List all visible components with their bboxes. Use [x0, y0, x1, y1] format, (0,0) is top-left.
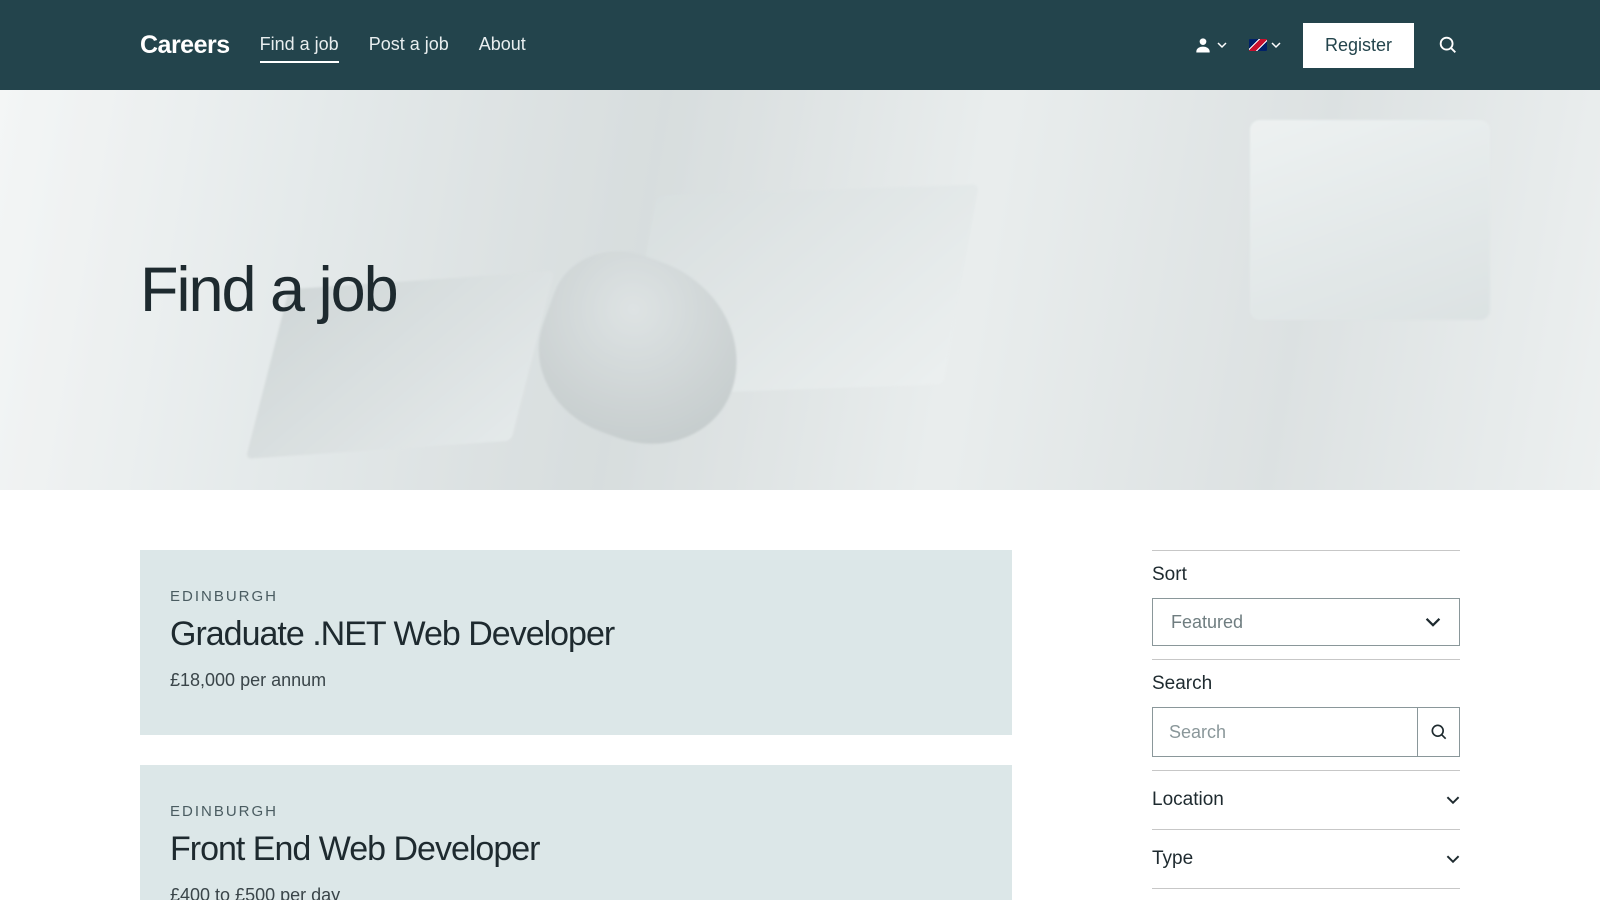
chevron-down-icon [1271, 40, 1281, 50]
nav-about[interactable]: About [479, 28, 526, 63]
location-accordion[interactable]: Location [1152, 784, 1460, 816]
page-title: Find a job [140, 254, 397, 326]
nav-post-job[interactable]: Post a job [369, 28, 449, 63]
sort-label: Sort [1152, 564, 1460, 586]
accordion-title: Location [1152, 789, 1224, 811]
language-selector[interactable] [1249, 39, 1281, 51]
user-icon [1193, 35, 1213, 55]
user-menu[interactable] [1193, 35, 1227, 55]
type-filter: Type [1152, 829, 1460, 888]
search-group: Search [1152, 659, 1460, 770]
primary-nav: Find a job Post a job About [260, 28, 526, 63]
nav-find-job[interactable]: Find a job [260, 28, 339, 63]
type-accordion[interactable]: Type [1152, 843, 1460, 875]
filter-group: Filter [1152, 888, 1460, 900]
main-header: Careers Find a job Post a job About Regi… [0, 0, 1600, 90]
search-submit-button[interactable] [1418, 707, 1460, 757]
job-card[interactable]: EDINBURGH Front End Web Developer £400 t… [140, 765, 1012, 900]
chevron-down-icon [1425, 614, 1441, 630]
main-content: EDINBURGH Graduate .NET Web Developer £1… [0, 490, 1600, 900]
hero-banner: Find a job [0, 90, 1600, 490]
search-label: Search [1152, 673, 1460, 695]
job-title: Graduate .NET Web Developer [170, 615, 982, 654]
sort-selected-value: Featured [1171, 612, 1243, 633]
job-location: EDINBURGH [170, 588, 982, 605]
accordion-title: Type [1152, 848, 1193, 870]
job-listings: EDINBURGH Graduate .NET Web Developer £1… [140, 550, 1012, 900]
search-icon [1437, 34, 1459, 56]
chevron-down-icon [1446, 852, 1460, 866]
chevron-down-icon [1446, 793, 1460, 807]
register-button[interactable]: Register [1303, 23, 1414, 68]
sort-select[interactable]: Featured [1152, 598, 1460, 646]
search-input[interactable] [1152, 707, 1418, 757]
header-actions: Register [1193, 23, 1460, 68]
brand-logo[interactable]: Careers [140, 31, 230, 60]
location-filter: Location [1152, 770, 1460, 829]
job-title: Front End Web Developer [170, 830, 982, 869]
filters-sidebar: Sort Featured Search Location [1152, 550, 1460, 900]
job-location: EDINBURGH [170, 803, 982, 820]
chevron-down-icon [1217, 40, 1227, 50]
job-salary: £400 to £500 per day [170, 885, 982, 900]
job-salary: £18,000 per annum [170, 670, 982, 691]
search-icon [1429, 722, 1449, 742]
sort-group: Sort Featured [1152, 550, 1460, 659]
uk-flag-icon [1249, 39, 1267, 51]
job-card[interactable]: EDINBURGH Graduate .NET Web Developer £1… [140, 550, 1012, 735]
header-search-button[interactable] [1436, 33, 1460, 57]
